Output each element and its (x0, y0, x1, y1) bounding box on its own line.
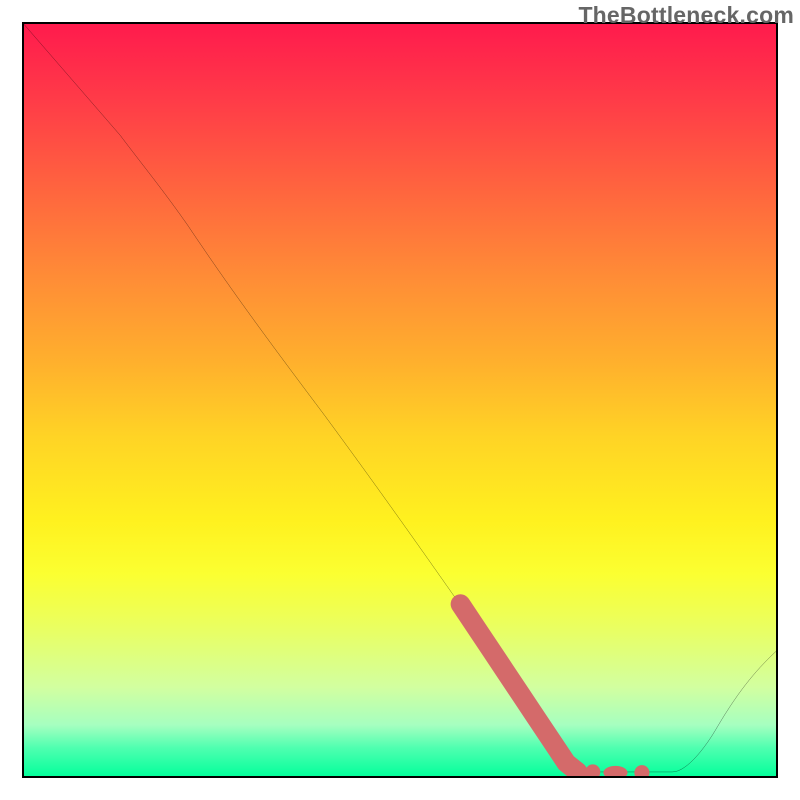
gradient-background (22, 22, 778, 778)
plot-container: TheBottleneck.com (0, 0, 800, 800)
watermark-text: TheBottleneck.com (578, 2, 794, 29)
